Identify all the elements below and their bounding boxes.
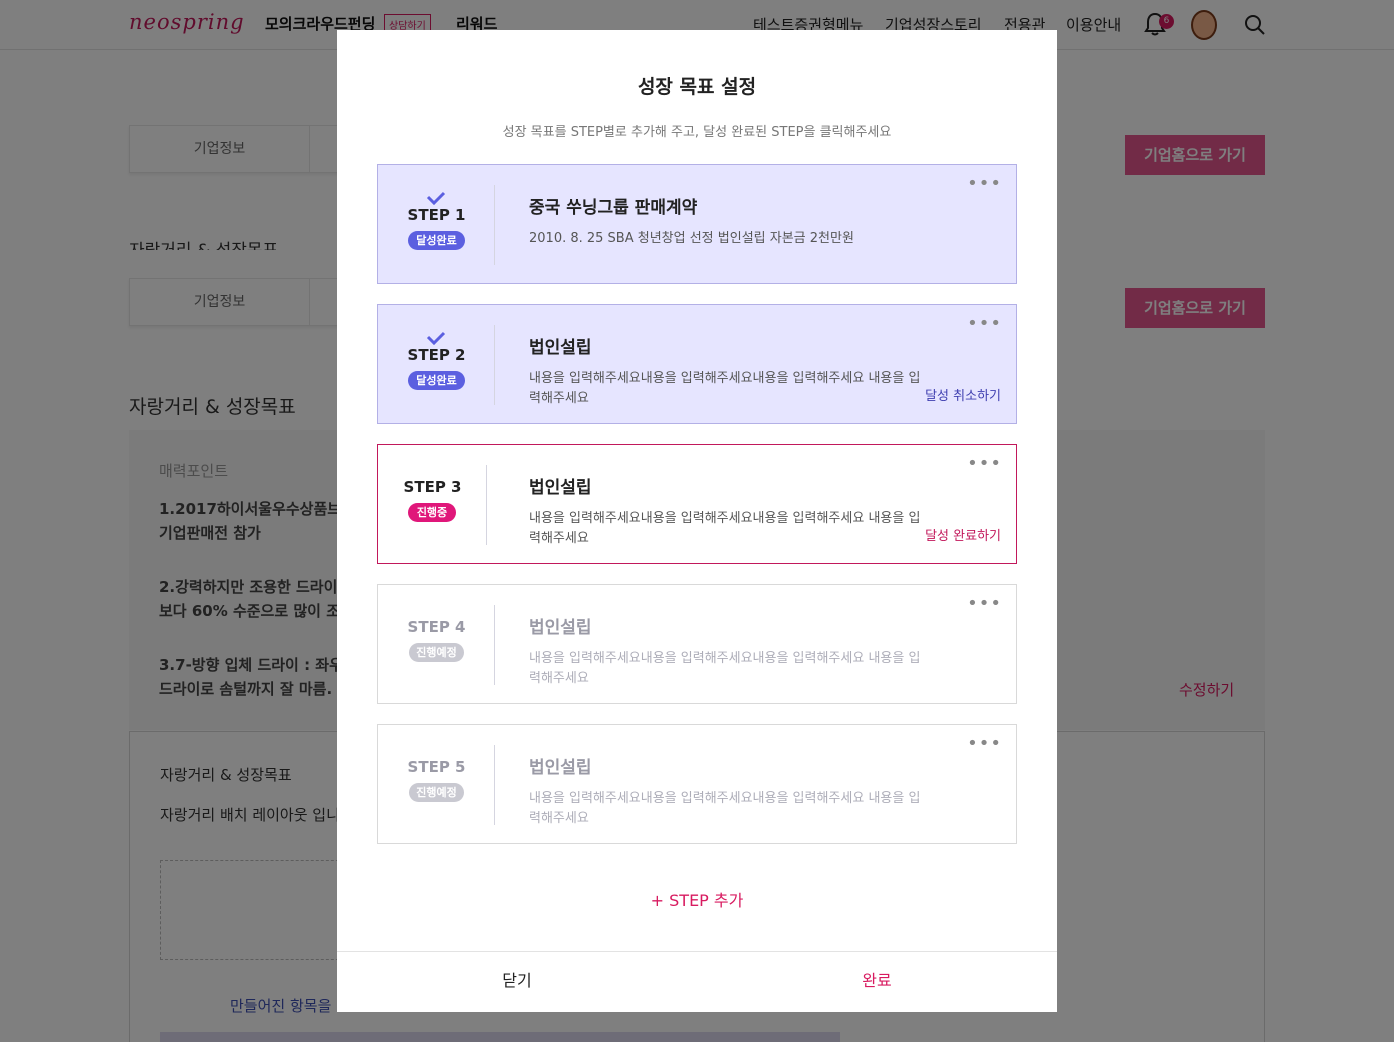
- step-card-4[interactable]: STEP 4 진행예정 법인설립 내용을 입력해주세요내용을 입력해주세요내용을…: [377, 584, 1017, 704]
- add-step-button[interactable]: + STEP 추가: [337, 887, 1057, 911]
- step-status-column: STEP 2 달성완료: [378, 305, 495, 423]
- step-description: 내용을 입력해주세요내용을 입력해주세요내용을 입력해주세요 내용을 입력해주세…: [529, 651, 921, 686]
- step-title: 법인설립: [529, 478, 592, 498]
- done-button[interactable]: 완료: [697, 952, 1057, 1012]
- step-status-column: STEP 5 진행예정: [378, 725, 495, 843]
- cancel-achievement-link[interactable]: 달성 취소하기: [925, 385, 1001, 404]
- step-title: 법인설립: [529, 338, 592, 358]
- more-icon[interactable]: •••: [967, 595, 1002, 613]
- step-number: STEP 3: [403, 478, 462, 496]
- divider: [494, 185, 495, 265]
- step-status-column: STEP 3 진행중: [378, 445, 487, 563]
- more-icon[interactable]: •••: [967, 455, 1002, 473]
- more-icon[interactable]: •••: [967, 175, 1002, 193]
- growth-goal-modal: 성장 목표 설정 성장 목표를 STEP별로 추가해 주고, 달성 완료된 ST…: [337, 30, 1057, 1012]
- divider: [494, 325, 495, 405]
- more-icon[interactable]: •••: [967, 735, 1002, 753]
- step-status-column: STEP 1 달성완료: [378, 165, 495, 283]
- status-badge: 진행예정: [409, 783, 464, 802]
- status-badge: 진행예정: [409, 643, 464, 662]
- step-description: 내용을 입력해주세요내용을 입력해주세요내용을 입력해주세요 내용을 입력해주세…: [529, 371, 921, 406]
- complete-achievement-link[interactable]: 달성 완료하기: [925, 525, 1001, 544]
- step-card-3[interactable]: STEP 3 진행중 법인설립 내용을 입력해주세요내용을 입력해주세요내용을 …: [377, 444, 1017, 564]
- divider: [494, 745, 495, 825]
- modal-title: 성장 목표 설정: [637, 76, 757, 98]
- more-icon[interactable]: •••: [967, 315, 1002, 333]
- step-title: 법인설립: [529, 758, 592, 778]
- step-description: 내용을 입력해주세요내용을 입력해주세요내용을 입력해주세요 내용을 입력해주세…: [529, 791, 921, 826]
- step-number: STEP 1: [407, 206, 466, 224]
- modal-footer: 닫기 완료: [337, 951, 1057, 1012]
- step-card-1[interactable]: STEP 1 달성완료 중국 쑤닝그룹 판매계약 2010. 8. 25 SBA…: [377, 164, 1017, 284]
- step-title: 법인설립: [529, 618, 592, 638]
- modal-subtitle: 성장 목표를 STEP별로 추가해 주고, 달성 완료된 STEP을 클릭해주세…: [502, 125, 892, 140]
- step-card-5[interactable]: STEP 5 진행예정 법인설립 내용을 입력해주세요내용을 입력해주세요내용을…: [377, 724, 1017, 844]
- step-status-column: STEP 4 진행예정: [378, 585, 495, 703]
- step-card-2[interactable]: STEP 2 달성완료 법인설립 내용을 입력해주세요내용을 입력해주세요내용을…: [377, 304, 1017, 424]
- close-button[interactable]: 닫기: [337, 952, 697, 1012]
- step-description: 내용을 입력해주세요내용을 입력해주세요내용을 입력해주세요 내용을 입력해주세…: [529, 511, 921, 546]
- step-number: STEP 2: [407, 346, 466, 364]
- divider: [486, 465, 487, 545]
- check-icon: [426, 191, 446, 205]
- step-description: 2010. 8. 25 SBA 청년창업 선정 법인설립 자본금 2천만원: [529, 231, 854, 246]
- check-icon: [426, 331, 446, 345]
- divider: [494, 605, 495, 685]
- step-number: STEP 5: [407, 758, 466, 776]
- status-badge: 달성완료: [408, 231, 465, 250]
- step-title: 중국 쑤닝그룹 판매계약: [529, 198, 698, 218]
- step-number: STEP 4: [407, 618, 466, 636]
- status-badge: 달성완료: [408, 371, 465, 390]
- status-badge: 진행중: [408, 503, 456, 522]
